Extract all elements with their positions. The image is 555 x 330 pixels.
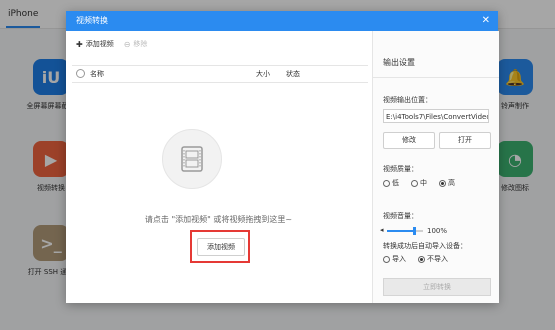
- dialog-header: 视频转换 ✕: [66, 11, 498, 31]
- divider: [373, 77, 499, 78]
- quality-low-radio[interactable]: 低: [383, 178, 399, 188]
- add-video-tool[interactable]: ✚ 添加视频: [76, 39, 114, 49]
- col-name: 名称: [90, 70, 104, 78]
- remove-icon: ⊖: [123, 39, 131, 49]
- close-icon[interactable]: ✕: [482, 11, 490, 31]
- modify-button[interactable]: 修改: [383, 132, 435, 149]
- quality-options: 低 中 高: [383, 178, 455, 188]
- no-import-label: 不导入: [427, 255, 448, 263]
- auto-import-label: 转换成功后自动导入设备：: [383, 242, 467, 250]
- output-path-input[interactable]: E:\i4Tools7\Files\ConvertVideo: [383, 109, 489, 123]
- convert-now-button[interactable]: 立即转换: [383, 278, 491, 296]
- import-options: 导入 不导入: [383, 254, 448, 264]
- dialog-title: 视频转换: [76, 16, 108, 25]
- quality-high-label: 高: [448, 179, 455, 187]
- add-file-icon: ✚: [76, 39, 83, 49]
- video-convert-dialog: 视频转换 ✕ ✚ 添加视频 ⊖ 移除 名称 大小 状态 请点击 "添加视频" 或…: [66, 11, 499, 303]
- import-radio[interactable]: 导入: [383, 254, 406, 264]
- no-import-radio[interactable]: 不导入: [418, 254, 448, 264]
- output-settings-pane: 输出设置 视频输出位置： E:\i4Tools7\Files\ConvertVi…: [372, 31, 499, 303]
- select-all-checkbox[interactable]: [76, 69, 85, 80]
- import-label: 导入: [392, 255, 406, 263]
- quality-high-radio[interactable]: 高: [439, 178, 455, 188]
- volume-knob[interactable]: [413, 227, 416, 235]
- settings-title: 输出设置: [383, 58, 415, 67]
- volume-fill: [387, 230, 414, 232]
- quality-label: 视频质量：: [383, 165, 418, 173]
- add-video-button[interactable]: 添加视频: [197, 238, 245, 256]
- volume-value: 100%: [427, 227, 448, 235]
- volume-slider[interactable]: [387, 227, 423, 235]
- list-toolbar: ✚ 添加视频 ⊖ 移除: [76, 39, 147, 49]
- highlight-frame: 添加视频: [190, 230, 250, 263]
- volume-label: 视频音量：: [383, 212, 418, 220]
- quality-low-label: 低: [392, 179, 399, 187]
- speaker-icon: ◂: [380, 226, 384, 234]
- remove-tool[interactable]: ⊖ 移除: [124, 39, 148, 49]
- add-video-tool-label: 添加视频: [85, 40, 114, 48]
- output-path-label: 视频输出位置：: [383, 96, 432, 104]
- video-list-pane: ✚ 添加视频 ⊖ 移除 名称 大小 状态 请点击 "添加视频" 或将视频拖拽到这: [66, 31, 371, 303]
- list-header: 名称 大小 状态: [72, 65, 368, 83]
- film-icon: [162, 129, 222, 189]
- col-size: 大小: [256, 70, 270, 78]
- empty-hint: 请点击 "添加视频" 或将视频拖拽到这里~: [144, 215, 293, 224]
- quality-mid-radio[interactable]: 中: [411, 178, 427, 188]
- quality-mid-label: 中: [420, 179, 427, 187]
- col-status: 状态: [286, 70, 300, 78]
- open-button[interactable]: 打开: [439, 132, 491, 149]
- remove-tool-label: 移除: [133, 40, 148, 48]
